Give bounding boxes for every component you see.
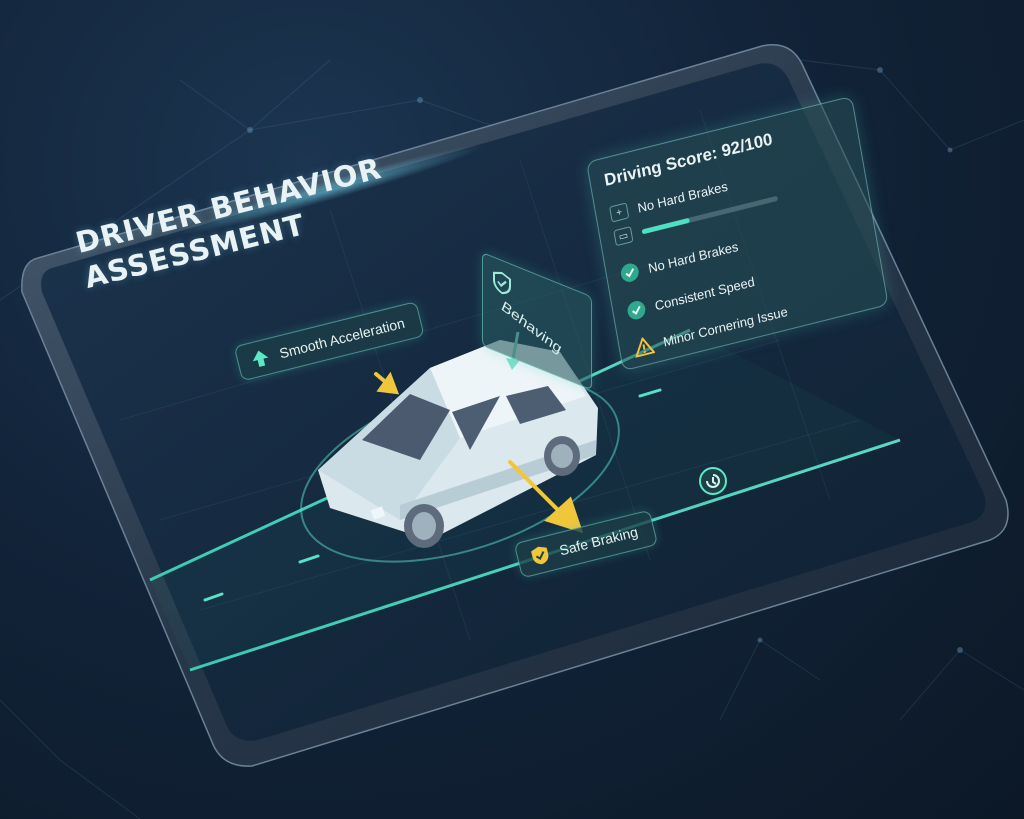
plus-icon: + — [609, 202, 630, 223]
scene-background: DRIVER BEHAVIOR ASSESSMENT Smooth Accele… — [0, 0, 1024, 819]
tablet-device — [21, 44, 1009, 767]
arrow-up-icon — [248, 346, 272, 370]
check-icon — [619, 261, 641, 284]
card-icon: ▭ — [613, 226, 634, 247]
shield-icon — [491, 267, 513, 305]
behaving-label: Behaving — [499, 298, 564, 358]
history-icon[interactable] — [697, 465, 729, 497]
metric-progress-fill — [641, 217, 690, 235]
check-item-label: No Hard Brakes — [646, 238, 740, 276]
check-item-row: No Hard Brakes — [619, 237, 740, 284]
shield-check-icon — [528, 543, 552, 567]
check-icon — [626, 299, 647, 322]
warning-icon — [632, 334, 656, 359]
check-item-label: Consistent Speed — [653, 273, 756, 314]
